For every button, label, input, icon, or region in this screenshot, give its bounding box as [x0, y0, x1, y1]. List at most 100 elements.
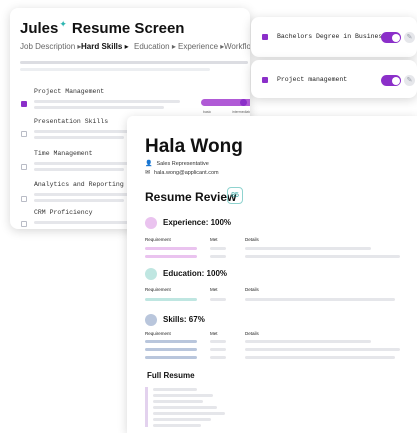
placeholder-line — [153, 418, 211, 421]
candidate-email: hala.wong@applicant.com — [154, 169, 219, 176]
skill-label: Analytics and Reporting — [34, 181, 124, 188]
placeholder-line — [145, 356, 197, 359]
col-details: Details — [245, 287, 259, 292]
toggle-card: Project management ✎ — [251, 60, 417, 98]
placeholder-line — [34, 221, 130, 224]
col-requirement: Requirement — [145, 331, 171, 336]
placeholder-line — [153, 400, 203, 403]
slider-handle[interactable] — [240, 99, 247, 106]
review-title: Resume Review — [145, 190, 237, 204]
skill-row: Project Management basic intermediate — [10, 88, 250, 118]
pencil-icon[interactable]: ✎ — [404, 32, 415, 43]
tab-experience[interactable]: Experience ▸ — [178, 42, 224, 51]
section-title: Education: 100% — [163, 269, 228, 278]
placeholder-line — [34, 136, 124, 139]
tab-workflow[interactable]: Workflow ▸ — [224, 42, 250, 51]
section-title: Skills: 67% — [163, 315, 205, 324]
placeholder-line — [245, 348, 400, 351]
review-section-education: Education: 100% Requirement Met Details — [145, 268, 415, 308]
col-met: Met — [210, 237, 218, 242]
placeholder-line — [245, 247, 371, 250]
placeholder-line — [145, 298, 197, 301]
placeholder-line — [20, 68, 210, 71]
col-requirement: Requirement — [145, 237, 171, 242]
full-resume-title: Full Resume — [147, 371, 195, 380]
placeholder-line — [245, 340, 371, 343]
skill-checkbox[interactable] — [21, 164, 27, 170]
placeholder-line — [145, 247, 197, 250]
score-badge: 85 — [227, 187, 243, 204]
col-met: Met — [210, 287, 218, 292]
skill-label: Project Management — [34, 88, 105, 95]
placeholder-line — [34, 162, 130, 165]
placeholder-line — [34, 193, 130, 196]
placeholder-line — [245, 298, 395, 301]
placeholder-line — [210, 348, 226, 351]
placeholder-line — [153, 412, 225, 415]
placeholder-line — [34, 199, 124, 202]
col-details: Details — [245, 237, 259, 242]
skill-label: Time Management — [34, 150, 93, 157]
skill-label: CRM Proficiency — [34, 209, 93, 216]
requirement-toggle[interactable] — [381, 75, 401, 86]
placeholder-line — [153, 424, 201, 427]
placeholder-line — [210, 356, 226, 359]
placeholder-line — [34, 100, 180, 103]
requirement-toggle[interactable] — [381, 32, 401, 43]
tab-bar: Job Description ▸ Hard Skills ▸ Educatio… — [20, 42, 250, 54]
placeholder-line — [210, 298, 226, 301]
skill-label: Presentation Skills — [34, 118, 109, 125]
candidate-role: Sales Representative — [156, 160, 209, 167]
resume-preview — [145, 387, 265, 433]
placeholder-line — [145, 255, 197, 258]
section-dot — [145, 268, 157, 280]
review-section-skills: Skills: 67% Requirement Met Details — [145, 314, 415, 366]
resume-review-card: Hala Wong 👤 Sales Representative ✉ hala.… — [127, 116, 417, 433]
scale-label-basic: basic — [203, 110, 212, 114]
placeholder-line — [210, 340, 226, 343]
tab-hard-skills[interactable]: Hard Skills ▸ — [81, 42, 129, 51]
col-requirement: Requirement — [145, 287, 171, 292]
section-dot — [145, 217, 157, 229]
placeholder-line — [145, 340, 197, 343]
placeholder-line — [210, 255, 226, 258]
pencil-icon[interactable]: ✎ — [404, 75, 415, 86]
placeholder-line — [153, 406, 217, 409]
section-dot — [145, 314, 157, 326]
skill-checkbox[interactable] — [21, 131, 27, 137]
toggle-card: Bachelors Degree in Business ✎ — [251, 17, 417, 57]
sparkle-icon: ✦ — [59, 19, 67, 29]
placeholder-line — [153, 394, 213, 397]
scale-label-intermediate: intermediate — [232, 110, 250, 114]
skill-checkbox[interactable] — [21, 101, 27, 107]
email-row: ✉ hala.wong@applicant.com — [145, 169, 219, 177]
placeholder-line — [34, 106, 164, 109]
placeholder-line — [20, 61, 248, 64]
placeholder-line — [210, 247, 226, 250]
requirement-label: Bachelors Degree in Business — [277, 33, 387, 40]
app-header: Jules ✦ Resume Screen — [20, 19, 185, 37]
role-row: 👤 Sales Representative — [145, 160, 209, 168]
tab-education[interactable]: Education ▸ — [134, 42, 176, 51]
placeholder-line — [34, 168, 124, 171]
review-section-experience: Experience: 100% Requirement Met Details — [145, 217, 415, 267]
requirement-checkbox[interactable] — [262, 34, 268, 40]
col-details: Details — [245, 331, 259, 336]
candidate-name: Hala Wong — [145, 136, 243, 157]
placeholder-line — [153, 388, 197, 391]
mail-icon: ✉ — [145, 170, 151, 176]
placeholder-line — [34, 130, 130, 133]
page-title: Resume Screen — [71, 20, 185, 37]
placeholder-line — [245, 356, 395, 359]
person-icon: 👤 — [145, 161, 153, 167]
skill-checkbox[interactable] — [21, 196, 27, 202]
skill-checkbox[interactable] — [21, 221, 27, 227]
col-met: Met — [210, 331, 218, 336]
requirement-label: Project management — [277, 76, 348, 83]
section-title: Experience: 100% — [163, 218, 232, 227]
requirement-checkbox[interactable] — [262, 77, 268, 83]
chevron-right-icon: ▸ — [171, 42, 176, 51]
tab-job-description[interactable]: Job Description ▸ — [20, 42, 81, 51]
placeholder-line — [245, 255, 400, 258]
placeholder-line — [145, 348, 197, 351]
